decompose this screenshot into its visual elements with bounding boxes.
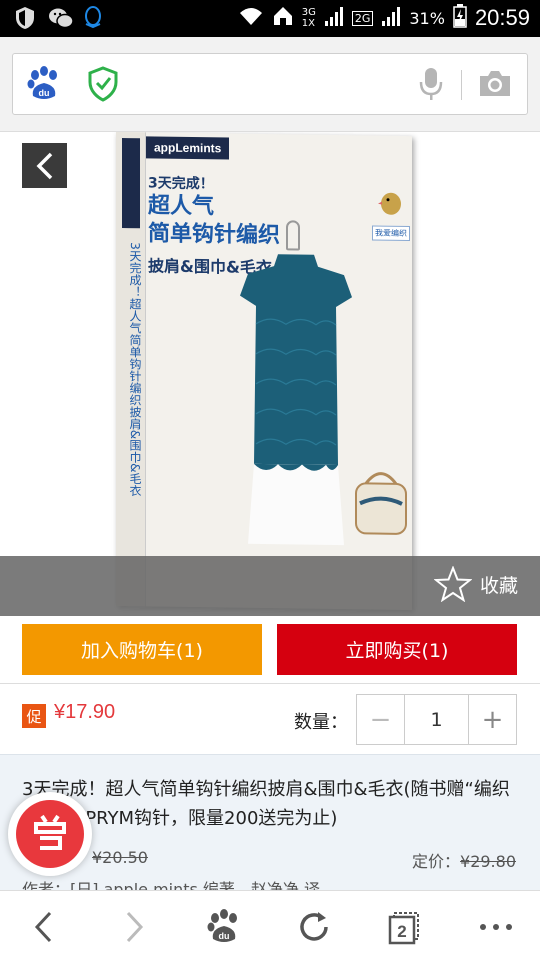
refresh-icon <box>300 912 328 941</box>
clock: 20:59 <box>474 5 530 30</box>
product-title: 3天完成！超人气简单钩针编织披肩&围巾&毛衣(随书赠“编织堂”德国PRYM钩针，… <box>22 779 510 829</box>
nav-menu-button[interactable] <box>476 907 516 947</box>
divider <box>461 70 462 100</box>
qq-icon <box>82 6 104 30</box>
nav-forward-button[interactable] <box>114 907 154 947</box>
nav-back-button[interactable] <box>24 907 64 947</box>
microphone-icon[interactable] <box>419 66 443 106</box>
decrease-button[interactable]: − <box>357 695 404 744</box>
book-cover: 3天完成！超人气简单钩针编织披肩&围巾&毛衣 appLemints 3天完成！ … <box>116 132 412 611</box>
nav-home-button[interactable]: du <box>204 907 244 947</box>
floating-assistant-button[interactable] <box>8 792 92 876</box>
cover-tag: 我爱编织 <box>372 225 410 242</box>
quantity-value[interactable]: 1 <box>404 695 469 744</box>
tabs-icon: 2 <box>388 912 419 945</box>
quantity-stepper: − 1 + <box>356 694 517 745</box>
shield-status-icon <box>14 6 36 30</box>
quantity-label: 数量： <box>294 712 348 733</box>
bag-illustration <box>355 472 407 535</box>
svg-text:2: 2 <box>397 922 406 941</box>
price-row: 促 ¥17.90 数量： − 1 + <box>0 684 540 754</box>
publisher-logo: appLemints <box>146 136 230 160</box>
wechat-icon <box>48 6 74 30</box>
collect-button[interactable]: 收藏 <box>433 566 518 602</box>
network-type: 3G 1X <box>301 7 316 29</box>
baidu-paw-icon[interactable]: du <box>27 66 61 106</box>
buy-now-button[interactable]: 立即购买(1) <box>277 624 517 675</box>
back-button[interactable] <box>22 143 67 188</box>
browser-bottom-nav: du 2 <box>0 890 540 960</box>
dangdang-icon <box>16 800 84 868</box>
camera-icon[interactable] <box>477 68 513 104</box>
wifi-icon <box>238 5 264 31</box>
collect-label: 收藏 <box>479 574 518 597</box>
current-price: ¥17.90 <box>54 701 116 723</box>
svg-text:du: du <box>39 88 50 98</box>
product-image[interactable]: 3天完成！超人气简单钩针编织披肩&围巾&毛衣 appLemints 3天完成！ … <box>0 132 540 616</box>
address-bar[interactable]: du <box>12 53 528 115</box>
battery-percent: 31% <box>409 8 445 28</box>
star-icon <box>433 566 472 602</box>
spine-title: 3天完成！超人气简单钩针编织披肩&围巾&毛衣 <box>128 242 142 497</box>
dress-illustration <box>240 254 352 546</box>
cover-title: 超人气 简单钩针编织 <box>148 193 281 249</box>
status-bar: 3G 1X 2G 31% 20:59 <box>0 0 540 37</box>
promo-badge: 促 <box>22 704 46 728</box>
chevron-left-icon <box>34 911 52 943</box>
increase-button[interactable]: + <box>469 695 516 744</box>
add-to-cart-button[interactable]: 加入购物车(1) <box>22 624 262 675</box>
svg-text:du: du <box>219 931 230 941</box>
collect-bar: 收藏 <box>0 556 540 616</box>
chevron-left-icon <box>36 152 52 179</box>
list-price: 定价：¥29.80 <box>412 852 516 871</box>
sale-price: ¥20.50 <box>92 848 148 867</box>
signal-icon-2 <box>381 5 401 31</box>
nav-tabs-button[interactable]: 2 <box>384 907 424 947</box>
more-icon <box>480 924 512 930</box>
network-type-2: 2G <box>351 10 374 26</box>
battery-icon <box>453 4 467 32</box>
browser-toolbar: du <box>0 37 540 132</box>
shield-check-icon[interactable] <box>87 66 119 106</box>
book-spine: 3天完成！超人气简单钩针编织披肩&围巾&毛衣 <box>116 132 146 607</box>
action-buttons: 加入购物车(1) 立即购买(1) <box>0 616 540 684</box>
cover-subtitle: 3天完成！ <box>148 175 214 193</box>
home-icon <box>272 5 294 31</box>
bird-illustration <box>378 192 401 215</box>
nav-refresh-button[interactable] <box>294 907 334 947</box>
chevron-right-icon <box>126 911 144 943</box>
signal-icon <box>324 5 344 31</box>
baidu-paw-icon: du <box>207 909 237 942</box>
